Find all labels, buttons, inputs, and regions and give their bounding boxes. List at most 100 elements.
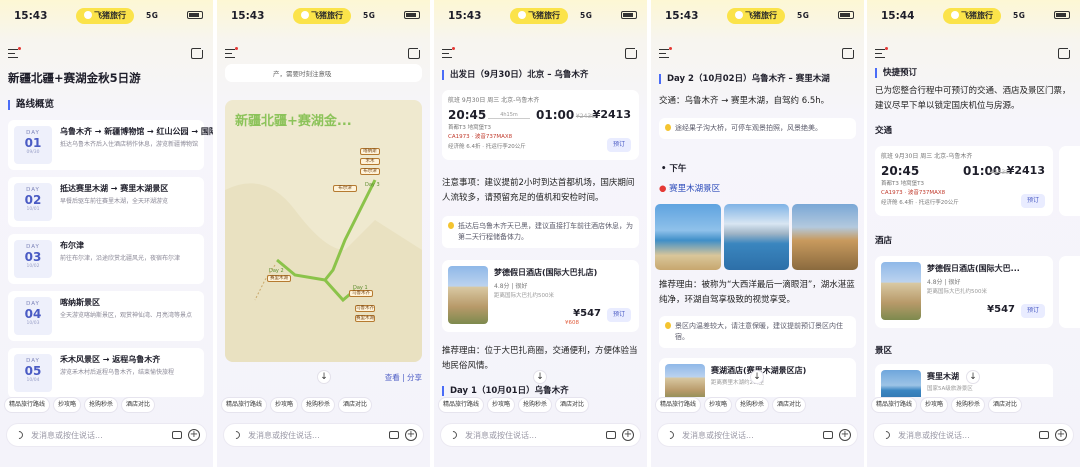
map-pin-sayram[interactable]: 赛里木湖	[267, 275, 291, 282]
voice-icon[interactable]	[447, 429, 459, 441]
quick-action-chip[interactable]: 精品旅行路线	[438, 397, 485, 413]
day-card[interactable]: DAY 05 10/04 禾木风景区 → 返程乌鲁木齐 游览禾木村后返程乌鲁木齐，结束愉…	[8, 348, 204, 397]
flight-card[interactable]: 航班 9月30日 周三 北京-乌鲁木齐 20:45 4h15m 01:00 ¥2…	[442, 90, 639, 160]
quick-action-chip[interactable]: 精品旅行路线	[871, 397, 918, 413]
scroll-down-button[interactable]: ↓	[966, 370, 980, 384]
quick-action-chip[interactable]: 抢购秒杀	[518, 397, 553, 413]
status-bar: 15:43 飞猪旅行 5G	[434, 0, 647, 36]
quick-action-chip[interactable]: 抄攻略	[704, 397, 733, 413]
hotel-image	[448, 266, 488, 324]
flight-card[interactable]: 航班 9月30日 周三 北京-乌鲁木齐 20:45 01:00 ¥2438 ¥2…	[875, 146, 1053, 216]
plus-icon[interactable]: +	[405, 429, 417, 441]
quick-action-chip[interactable]: 抄攻略	[53, 397, 82, 413]
view-link[interactable]: 查看	[385, 373, 400, 382]
menu-icon[interactable]	[8, 49, 18, 58]
quick-action-chip[interactable]: 精品旅行路线	[4, 397, 51, 413]
plus-icon[interactable]: +	[188, 429, 200, 441]
hotel-card[interactable]: 梦德假日酒店(国际大巴扎店) 4.8分 | 很好 距离国际大巴扎约500米 ¥5…	[442, 260, 639, 332]
quick-action-chip[interactable]: 酒店对比	[555, 397, 590, 413]
plus-icon[interactable]: +	[622, 429, 634, 441]
quick-action-chip[interactable]: 酒店对比	[121, 397, 156, 413]
hotel-card-peek[interactable]	[1059, 256, 1080, 328]
quick-action-chip[interactable]: 抄攻略	[920, 397, 949, 413]
quick-action-chip[interactable]: 抄攻略	[487, 397, 516, 413]
map-pin-hemu[interactable]: 禾木	[360, 158, 380, 165]
camera-icon[interactable]	[172, 431, 182, 439]
day-card[interactable]: DAY0109/30 乌鲁木齐 → 新疆博物馆 → 红山公园 → 国际大巴扎抵达乌…	[8, 120, 213, 170]
day-card[interactable]: DAY 02 10/01 抵达赛里木湖 → 赛里木湖景区 早餐后驱车前往赛里木湖，全天环…	[8, 177, 204, 227]
battery-icon	[621, 11, 637, 19]
share-link[interactable]: 分享	[407, 373, 422, 382]
new-chat-icon[interactable]	[842, 46, 856, 59]
camera-icon[interactable]	[606, 431, 616, 439]
menu-icon[interactable]	[442, 49, 452, 58]
input-placeholder: 发消息或按住说话...	[248, 431, 320, 440]
quick-action-chip[interactable]: 抢购秒杀	[84, 397, 119, 413]
day-card[interactable]: DAY 04 10/03 喀纳斯景区 全天游览喀纳斯景区，观赏神仙湾、月亮湾等景点	[8, 291, 204, 341]
new-chat-icon[interactable]	[1058, 46, 1072, 59]
new-chat-icon[interactable]	[625, 46, 639, 59]
book-flight-button[interactable]: 预订	[607, 138, 631, 152]
book-hotel-button[interactable]: 预订	[607, 308, 631, 322]
day-card[interactable]: DAY 03 10/02 布尔津 前往布尔津，沿途欣赏北疆风光，夜宿布尔津	[8, 234, 204, 284]
quick-action-chip[interactable]: 抢购秒杀	[951, 397, 986, 413]
new-chat-icon[interactable]	[408, 46, 422, 59]
app-pill: 飞猪旅行	[510, 8, 568, 24]
day-number: 03	[24, 250, 42, 264]
quick-booking-desc: 已为您整合行程中可预订的交通、酒店及景区门票，建议尽早下单以锁定国庆机位与房源。	[875, 86, 1071, 111]
phone-panel-map: 15:43 飞猪旅行 5G 产，需要时刻注意吸 新疆北疆+赛湖金... 喀纳斯	[217, 0, 430, 467]
day-desc: 早餐后驱车前往赛里木湖，全天环湖游览	[60, 198, 169, 205]
voice-icon[interactable]	[230, 429, 242, 441]
quick-action-chip[interactable]: 抢购秒杀	[735, 397, 770, 413]
hotel-card[interactable]: 梦德假日酒店(国际大巴... 4.8分 | 很好 距离国际大巴扎约500米 ¥5…	[875, 256, 1053, 328]
spot-image	[881, 370, 921, 397]
plus-icon[interactable]: +	[839, 429, 851, 441]
plus-icon[interactable]: +	[1055, 429, 1067, 441]
message-input[interactable]: 发消息或按住说话... +	[223, 423, 424, 447]
quick-action-chip[interactable]: 酒店对比	[338, 397, 373, 413]
battery-icon	[838, 11, 854, 19]
quick-action-chip[interactable]: 抢购秒杀	[301, 397, 336, 413]
scroll-down-button[interactable]: ↓	[533, 370, 547, 384]
spot-photo-1[interactable]	[655, 204, 721, 270]
message-input[interactable]: 发消息或按住说话... +	[657, 423, 858, 447]
camera-icon[interactable]	[389, 431, 399, 439]
quick-action-chip[interactable]: 精品旅行路线	[655, 397, 702, 413]
camera-icon[interactable]	[1039, 431, 1049, 439]
spot-title[interactable]: ● 赛里木湖景区	[659, 182, 720, 194]
camera-icon[interactable]	[823, 431, 833, 439]
voice-icon[interactable]	[664, 429, 676, 441]
map-pin-kanas[interactable]: 喀纳斯	[360, 148, 380, 155]
voice-icon[interactable]	[880, 429, 892, 441]
route-map[interactable]: 新疆北疆+赛湖金... 喀纳斯 禾木 布尔津 布尔津 赛里木湖 乌鲁木齐 乌鲁木…	[225, 100, 422, 362]
quick-action-chip[interactable]: 精品旅行路线	[221, 397, 268, 413]
quick-actions: 精品旅行路线 抄攻略 抢购秒杀 酒店对比	[434, 397, 647, 415]
menu-icon[interactable]	[875, 49, 885, 58]
new-chat-icon[interactable]	[191, 46, 205, 59]
message-input[interactable]: 发消息或按住说话... +	[6, 423, 207, 447]
scroll-down-button[interactable]: ↓	[317, 370, 331, 384]
map-pin-sayram-2[interactable]: 赛里木湖	[355, 315, 375, 322]
map-pin-urumqi[interactable]: 乌鲁木齐	[349, 290, 373, 297]
quick-action-chip[interactable]: 抄攻略	[270, 397, 299, 413]
quick-action-chip[interactable]: 酒店对比	[988, 397, 1023, 413]
spot-photo-3[interactable]	[792, 204, 858, 270]
map-pin-burqin[interactable]: 布尔津	[360, 168, 380, 175]
flight-card-peek[interactable]	[1059, 146, 1080, 216]
menu-icon[interactable]	[225, 49, 235, 58]
map-pin-urumqi-2[interactable]: 乌鲁木齐	[355, 305, 375, 312]
input-placeholder: 发消息或按住说话...	[465, 431, 537, 440]
scroll-down-button[interactable]: ↓	[750, 370, 764, 384]
message-input[interactable]: 发消息或按住说话... +	[440, 423, 641, 447]
book-hotel-button[interactable]: 预订	[1021, 304, 1045, 318]
quick-action-chip[interactable]: 酒店对比	[772, 397, 807, 413]
map-pin-burqin-label[interactable]: 布尔津	[333, 185, 357, 192]
voice-icon[interactable]	[13, 429, 25, 441]
message-input[interactable]: 发消息或按住说话... +	[873, 423, 1074, 447]
day-badge: DAY 03 10/02	[14, 240, 52, 278]
book-flight-button[interactable]: 预订	[1021, 194, 1045, 208]
spot-card[interactable]: 赛里木湖 国家5A级旅游景区	[875, 364, 1053, 397]
notes-text: 注意事项：建议提前2小时到达首都机场，国庆期间人流较多，请预留充足的值机和安检时…	[442, 178, 635, 203]
spot-photo-2[interactable]	[724, 204, 789, 270]
menu-icon[interactable]	[659, 49, 669, 58]
